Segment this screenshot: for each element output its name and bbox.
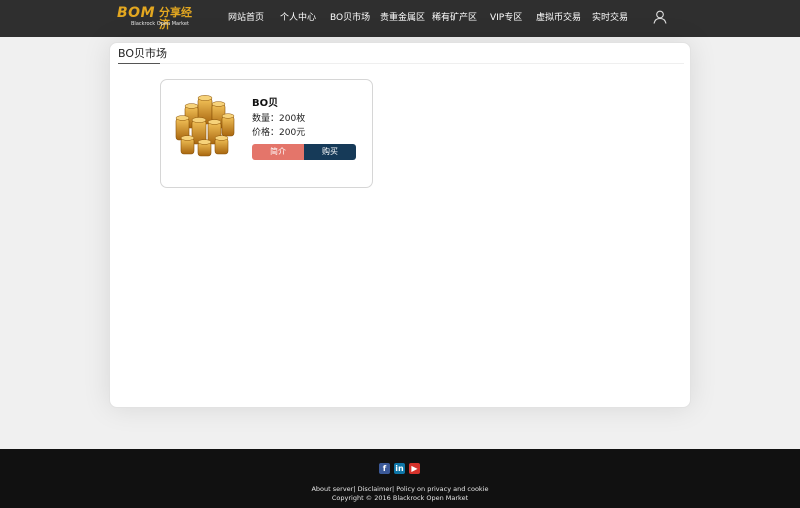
main-panel: BO贝市场 BO贝 数量：200枚 价格：200元 简介 购买 [109,42,691,408]
product-name: BO贝 [252,98,279,109]
price-label: 价格： [252,128,280,138]
youtube-icon[interactable]: ▶ [409,463,420,474]
product-price: 价格：200元 [252,127,305,139]
nav-virtual-currency[interactable]: 虚拟币交易 [536,0,581,37]
linkedin-icon[interactable]: in [394,463,405,474]
title-divider [118,63,684,64]
title-underline [118,63,160,64]
product-quantity: 数量：200枚 [252,113,305,125]
nav-realtime-trading[interactable]: 实时交易 [592,0,628,37]
product-card: BO贝 数量：200枚 价格：200元 简介 购买 [160,79,373,188]
nav-precious-metals[interactable]: 贵重金属区 [380,0,425,37]
nav-home[interactable]: 网站首页 [228,0,264,37]
site-footer: f in ▶ About server| Disclaimer| Policy … [0,449,800,508]
top-navigation-bar: BOM 分享经济 Blackrock Open Market 网站首页 个人中心… [0,0,800,37]
quantity-value: 200枚 [279,114,306,124]
logo-chinese-text: 分享经济 [159,6,192,31]
site-logo[interactable]: BOM 分享经济 Blackrock Open Market [117,5,201,31]
footer-link-disclaimer[interactable]: Disclaimer| [358,485,395,493]
nav-vip-zone[interactable]: VIP专区 [490,0,522,37]
quantity-label: 数量： [252,114,280,124]
page-title: BO贝市场 [118,47,168,60]
price-value: 200元 [279,128,306,138]
intro-button[interactable]: 简介 [252,144,304,160]
footer-links: About server| Disclaimer| Policy on priv… [0,485,800,494]
footer-link-privacy[interactable]: Policy on privacy and cookie [396,485,488,493]
user-icon[interactable] [653,10,667,24]
facebook-icon[interactable]: f [379,463,390,474]
nav-bo-market[interactable]: BO贝市场 [330,0,370,37]
nav-rare-minerals[interactable]: 稀有矿产区 [432,0,477,37]
buy-button[interactable]: 购买 [304,144,356,160]
nav-personal-center[interactable]: 个人中心 [280,0,316,37]
logo-mark: BOM [117,5,156,21]
logo-subtitle: Blackrock Open Market [131,21,189,27]
gold-coins-image [175,95,235,157]
footer-link-about[interactable]: About server| [311,485,355,493]
footer-copyright: Copyright © 2016 Blackrock Open Market [331,494,469,502]
